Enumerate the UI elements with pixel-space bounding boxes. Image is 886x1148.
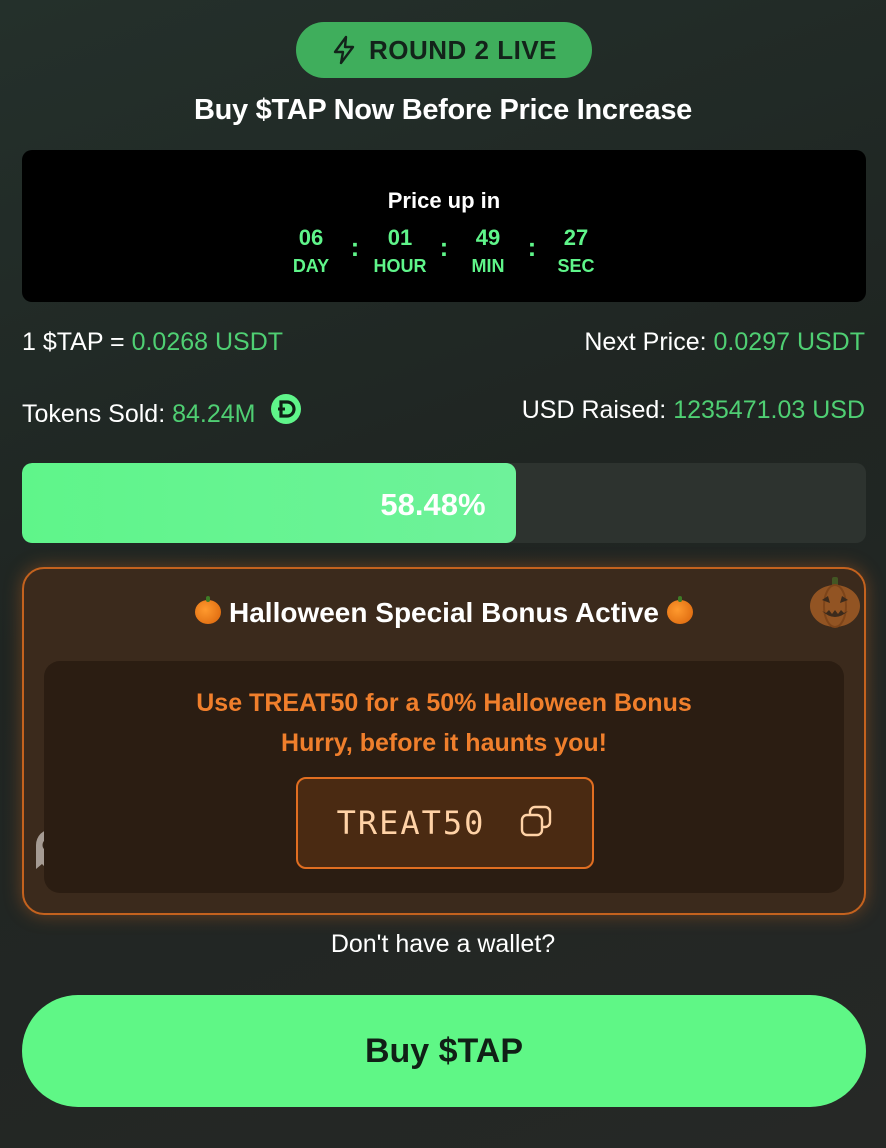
- current-price: 1 $TAP = 0.0268 USDT: [22, 328, 283, 357]
- promo-code-text: TREAT50: [336, 804, 486, 842]
- countdown-minutes: 49 MIN: [448, 226, 528, 277]
- countdown-hours: 01 HOUR: [360, 226, 440, 277]
- countdown-title: Price up in: [387, 188, 501, 213]
- countdown-hours-value: 01: [387, 225, 413, 250]
- current-price-value: 0.0268 USDT: [131, 328, 284, 356]
- sale-progress-text: 58.48%: [380, 487, 486, 522]
- countdown-seconds-value: 27: [563, 225, 589, 250]
- page-headline: Buy $TAP Now Before Price Increase: [193, 94, 693, 126]
- next-price-value: 0.0297 USDT: [713, 328, 865, 356]
- next-price: Next Price: 0.0297 USDT: [584, 328, 865, 357]
- halloween-promo-panel: Halloween Special Bonus Active Use TREAT…: [22, 567, 866, 915]
- promo-code-copy-button[interactable]: TREAT50: [296, 777, 594, 869]
- countdown-days-value: 06: [298, 225, 324, 250]
- sale-progress-bar: 58.48%: [22, 463, 866, 543]
- next-price-label: Next Price:: [584, 328, 714, 356]
- current-price-label: 1 $TAP =: [22, 328, 132, 356]
- promo-urgency-text: Hurry, before it haunts you!: [281, 729, 607, 757]
- countdown-seconds-label: SEC: [557, 256, 595, 276]
- countdown-minutes-label: MIN: [471, 256, 505, 276]
- usd-raised-value: 1235471.03 USD: [673, 396, 865, 424]
- no-wallet-link[interactable]: Don't have a wallet?: [0, 930, 886, 959]
- usd-raised: USD Raised: 1235471.03 USD: [522, 396, 865, 425]
- tokens-sold-value: 84.24M: [172, 400, 256, 429]
- pumpkin-icon: [666, 595, 693, 624]
- copy-icon[interactable]: [519, 804, 553, 843]
- countdown-days: 06 DAY: [271, 226, 351, 277]
- tokens-sold-label: Tokens Sold:: [22, 400, 173, 429]
- d-coin-icon: [270, 393, 302, 432]
- countdown-minutes-value: 49: [475, 225, 501, 250]
- promo-title: Halloween Special Bonus Active: [24, 595, 864, 629]
- promo-description: Use TREAT50 for a 50% Halloween Bonus: [196, 689, 692, 717]
- promo-code-card: Use TREAT50 for a 50% Halloween Bonus Hu…: [44, 661, 844, 893]
- pumpkin-icon: [195, 595, 221, 624]
- promo-title-text: Halloween Special Bonus Active: [229, 597, 659, 628]
- countdown-separator: :: [350, 232, 360, 262]
- countdown-days-label: DAY: [292, 256, 330, 276]
- buy-tap-button[interactable]: Buy $TAP: [22, 995, 866, 1107]
- sale-progress-fill: 58.48%: [22, 463, 516, 543]
- usd-raised-label: USD Raised:: [521, 396, 674, 424]
- countdown-seconds: 27 SEC: [536, 226, 616, 277]
- round-live-badge: ROUND 2 LIVE: [296, 22, 592, 78]
- countdown-panel: Price up in 06 DAY : 01 HOUR : 49 MIN : …: [22, 150, 866, 302]
- tokens-sold: Tokens Sold: 84.24M: [22, 393, 302, 435]
- round-label: ROUND 2 LIVE: [368, 34, 558, 65]
- lightning-icon: [331, 35, 357, 65]
- countdown-hours-label: HOUR: [373, 256, 427, 276]
